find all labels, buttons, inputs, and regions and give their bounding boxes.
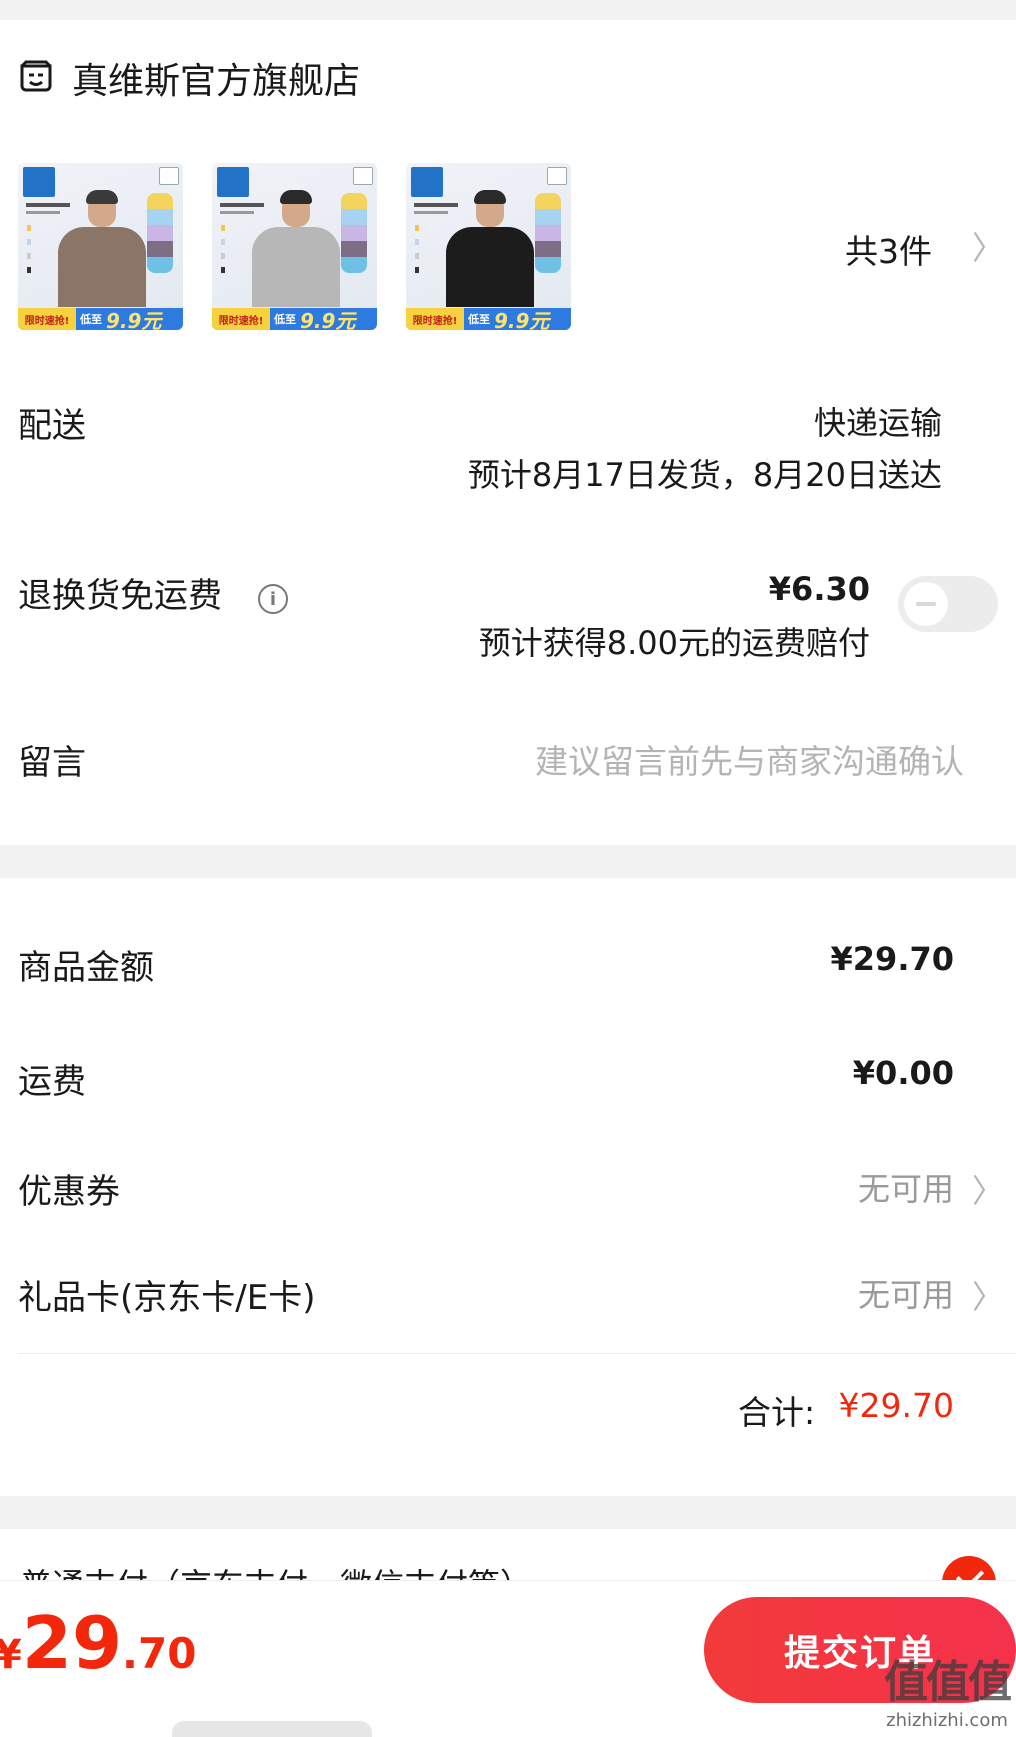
shipping-fee-label: 运费 — [18, 1062, 86, 1102]
total-value: ¥29.70 — [838, 1386, 954, 1425]
shipping-fee-value: ¥0.00 — [852, 1054, 954, 1092]
message-input[interactable]: 建议留言前先与商家沟通确认 — [535, 735, 964, 783]
divider — [18, 1353, 1016, 1354]
promo-left: 限时速抢! — [406, 308, 464, 330]
color-dots — [27, 225, 31, 273]
color-dots — [221, 225, 225, 273]
promo-banner: 限时速抢! 低至 9.9元 — [406, 308, 571, 330]
home-indicator[interactable] — [172, 1721, 372, 1737]
chevron-right-icon[interactable]: 〉 — [972, 1166, 1004, 1212]
return-shipping-price: ¥6.30 — [768, 570, 870, 608]
chevron-right-icon[interactable]: 〉 — [972, 223, 1004, 269]
promo-price: 9.9元 — [106, 308, 162, 331]
return-shipping-label: 退换货免运费 — [18, 576, 222, 616]
color-swatches — [341, 193, 367, 273]
brand-logo — [411, 167, 443, 197]
brand-logo — [217, 167, 249, 197]
return-shipping-note: 预计获得8.00元的运费赔付 — [478, 624, 870, 662]
store-name: 真维斯官方旗舰店 — [72, 61, 361, 102]
giftcard-label[interactable]: 礼品卡(京东卡/E卡) — [18, 1270, 315, 1319]
price-decimal: .70 — [122, 1629, 197, 1678]
model-figure — [58, 190, 146, 307]
return-shipping-toggle[interactable] — [898, 576, 998, 632]
model-figure — [252, 190, 340, 307]
promo-mid: 低至 — [274, 313, 296, 326]
unisex-badge — [547, 167, 567, 185]
watermark: 值值值 zhizhizhi.com — [884, 1646, 1012, 1731]
info-icon[interactable]: i — [258, 584, 288, 614]
promo-mid: 低至 — [80, 313, 102, 326]
goods-amount-label: 商品金额 — [18, 948, 154, 988]
item-count[interactable]: 共3件 — [845, 225, 932, 273]
message-label: 留言 — [18, 743, 86, 783]
goods-amount-value: ¥29.70 — [830, 940, 954, 978]
total-label: 合计: — [738, 1393, 816, 1432]
subtitle-line — [414, 211, 448, 214]
order-summary-card: 商品金额 ¥29.70 运费 ¥0.00 优惠券 无可用 〉 礼品卡(京东卡/E… — [0, 878, 1016, 1496]
bottom-checkout-bar: ¥ 29 .70 提交订单 — [0, 1580, 1016, 1737]
product-thumbnail[interactable]: 限时速抢! 低至 9.9元 — [18, 163, 183, 330]
promo-price: 9.9元 — [494, 308, 550, 331]
store-icon — [20, 60, 52, 92]
coupon-label[interactable]: 优惠券 — [18, 1164, 120, 1213]
product-thumbnail[interactable]: 限时速抢! 低至 9.9元 — [406, 163, 571, 330]
color-dots — [415, 225, 419, 273]
subtitle-line — [220, 211, 254, 214]
delivery-estimate: 预计8月17日发货，8月20日送达 — [467, 456, 942, 494]
price-integer: 29 — [21, 1601, 123, 1685]
delivery-label: 配送 — [18, 406, 86, 446]
promo-price: 9.9元 — [300, 308, 356, 331]
unisex-badge — [353, 167, 373, 185]
promo-left: 限时速抢! — [18, 308, 76, 330]
giftcard-value[interactable]: 无可用 — [858, 1270, 954, 1316]
unisex-badge — [159, 167, 179, 185]
color-swatches — [147, 193, 173, 273]
watermark-sub: zhizhizhi.com — [886, 1710, 1008, 1731]
promo-banner: 限时速抢! 低至 9.9元 — [212, 308, 377, 330]
pay-amount: ¥ 29 .70 — [0, 1601, 196, 1685]
delivery-method: 快递运输 — [813, 404, 942, 442]
store-header[interactable]: 真维斯官方旗舰店 — [18, 58, 360, 102]
brand-logo — [23, 167, 55, 197]
color-swatches — [535, 193, 561, 273]
product-thumbnails[interactable]: 限时速抢! 低至 9.9元 限时速抢! 低至 9.9元 限时速抢! 低至 9.9… — [18, 163, 571, 330]
product-thumbnail[interactable]: 限时速抢! 低至 9.9元 — [212, 163, 377, 330]
watermark-main: 值值值 — [884, 1657, 1012, 1708]
chevron-right-icon[interactable]: 〉 — [972, 1272, 1004, 1318]
coupon-value[interactable]: 无可用 — [858, 1164, 954, 1210]
promo-left: 限时速抢! — [212, 308, 270, 330]
model-figure — [446, 190, 534, 307]
promo-mid: 低至 — [468, 313, 490, 326]
promo-banner: 限时速抢! 低至 9.9元 — [18, 308, 183, 330]
order-store-card: 真维斯官方旗舰店 限时速抢! 低至 9.9元 限时速抢! 低至 9.9元 限时速… — [0, 20, 1016, 845]
currency-symbol: ¥ — [0, 1632, 22, 1678]
subtitle-line — [26, 211, 60, 214]
